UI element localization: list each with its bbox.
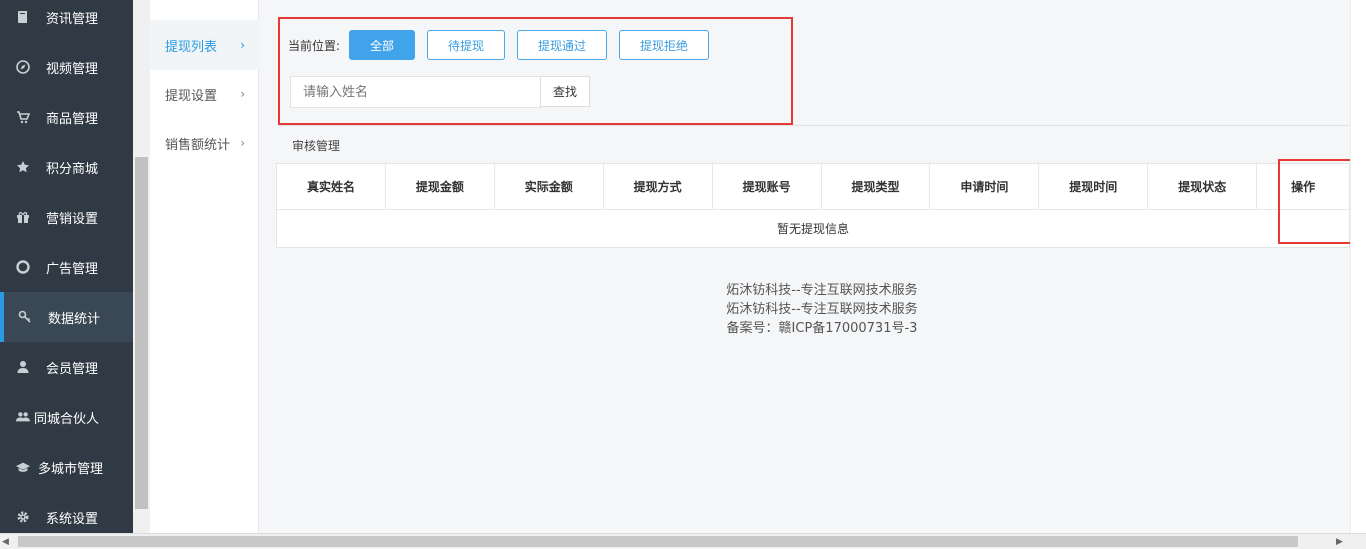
sidebar-item-label: 数据统计 [48,311,101,327]
filter-all-button[interactable]: 全部 [349,30,415,60]
cart-icon [16,110,30,124]
submenu-item-withdraw-settings[interactable]: 提现设置 › [150,69,259,119]
sidebar-scrollbar[interactable] [133,0,150,533]
sidebar-item-system-settings[interactable]: 系统设置 [0,492,133,533]
filter-pending-button[interactable]: 待提现 [427,30,505,60]
gift-icon [16,210,30,224]
sidebar-item-city-partner[interactable]: 同城合伙人 [0,392,133,442]
users-icon [16,410,30,424]
gear-icon [16,510,30,524]
column-header: 提现类型 [822,164,931,209]
operation-column-highlight-box [1278,159,1360,244]
table-header: 真实姓名 提现金额 实际金额 提现方式 提现账号 提现类型 申请时间 提现时间 … [277,164,1349,210]
horizontal-scrollbar-thumb[interactable] [18,536,1298,547]
submenu-item-label: 提现设置 [165,88,218,104]
sidebar-item-multi-city[interactable]: 多城市管理 [0,442,133,492]
sidebar-item-video[interactable]: 视频管理 [0,42,133,92]
main-content: 当前位置: 全部 待提现 提现通过 提现拒绝 查找 审核管理 真实姓名 提现金额… [260,0,1360,533]
book-icon [16,10,30,24]
withdraw-table: 真实姓名 提现金额 实际金额 提现方式 提现账号 提现类型 申请时间 提现时间 … [276,163,1350,248]
horizontal-scrollbar[interactable]: ◀ ▶ [0,533,1366,549]
chevron-right-icon: › [240,136,245,150]
sidebar-item-label: 资讯管理 [46,11,99,27]
sub-menu: 提现列表 › 提现设置 › 销售额统计 › [150,0,259,533]
sidebar-item-statistics[interactable]: 数据统计 [0,292,133,342]
sidebar-item-label: 积分商城 [46,161,99,177]
search-button[interactable]: 查找 [540,76,590,107]
name-search-input[interactable] [290,76,541,108]
sidebar-item-label: 会员管理 [46,361,99,377]
submenu-item-withdraw-list[interactable]: 提现列表 › [150,20,259,70]
sidebar-item-points-mall[interactable]: 积分商城 [0,142,133,192]
scroll-left-icon[interactable]: ◀ [2,537,9,547]
chevron-right-icon: › [240,87,245,101]
sidebar-item-label: 商品管理 [46,111,99,127]
star-icon [16,160,30,174]
sidebar-item-label: 广告管理 [46,261,99,277]
page-footer: 炻沐钫科技--专注互联网技术服务 炻沐钫科技--专注互联网技术服务 备案号：赣I… [260,281,1366,338]
sidebar-scrollbar-thumb[interactable] [135,157,148,509]
lifebuoy-icon [16,260,30,274]
page-vertical-scrollbar[interactable] [1350,0,1366,533]
sidebar-item-label: 视频管理 [46,61,99,77]
sidebar-item-label: 同城合伙人 [34,411,100,427]
submenu-item-sales-stats[interactable]: 销售额统计 › [150,118,259,168]
sidebar-item-members[interactable]: 会员管理 [0,342,133,392]
footer-icp-line: 备案号：赣ICP备17000731号-3 [726,321,918,336]
column-header: 提现时间 [1039,164,1149,209]
chevron-right-icon: › [240,38,245,52]
filter-approved-button[interactable]: 提现通过 [517,30,607,60]
filter-rejected-button[interactable]: 提现拒绝 [619,30,709,60]
breadcrumb-label: 当前位置: [288,39,341,53]
key-icon [18,310,32,324]
table-empty-row: 暂无提现信息 [776,222,849,236]
submenu-item-label: 提现列表 [165,39,218,55]
graduation-cap-icon [16,460,30,474]
submenu-item-label: 销售额统计 [165,137,231,153]
sidebar-item-products[interactable]: 商品管理 [0,92,133,142]
section-title: 审核管理 [292,139,341,153]
footer-line: 炻沐钫科技--专注互联网技术服务 [726,283,918,298]
column-header: 提现账号 [713,164,822,209]
sidebar-item-ads[interactable]: 广告管理 [0,242,133,292]
compass-icon [16,60,30,74]
footer-line: 炻沐钫科技--专注互联网技术服务 [726,302,918,317]
column-header: 提现金额 [386,164,495,209]
scroll-right-icon[interactable]: ▶ [1336,537,1343,547]
column-header: 申请时间 [930,164,1040,209]
sidebar-item-label: 营销设置 [46,211,99,227]
column-header: 真实姓名 [277,164,386,209]
sidebar-item-news[interactable]: 资讯管理 [0,0,133,42]
section-divider [278,125,1350,126]
column-header: 实际金额 [495,164,604,209]
sidebar-item-marketing[interactable]: 营销设置 [0,192,133,242]
column-header: 提现状态 [1148,164,1258,209]
user-icon [16,360,30,374]
main-sidebar: 资讯管理 视频管理 商品管理 积分商城 营销设置 广告管理 数据统计 会员管理 … [0,0,133,533]
sidebar-item-label: 系统设置 [46,511,99,527]
column-header: 提现方式 [604,164,713,209]
sidebar-item-label: 多城市管理 [38,461,104,477]
